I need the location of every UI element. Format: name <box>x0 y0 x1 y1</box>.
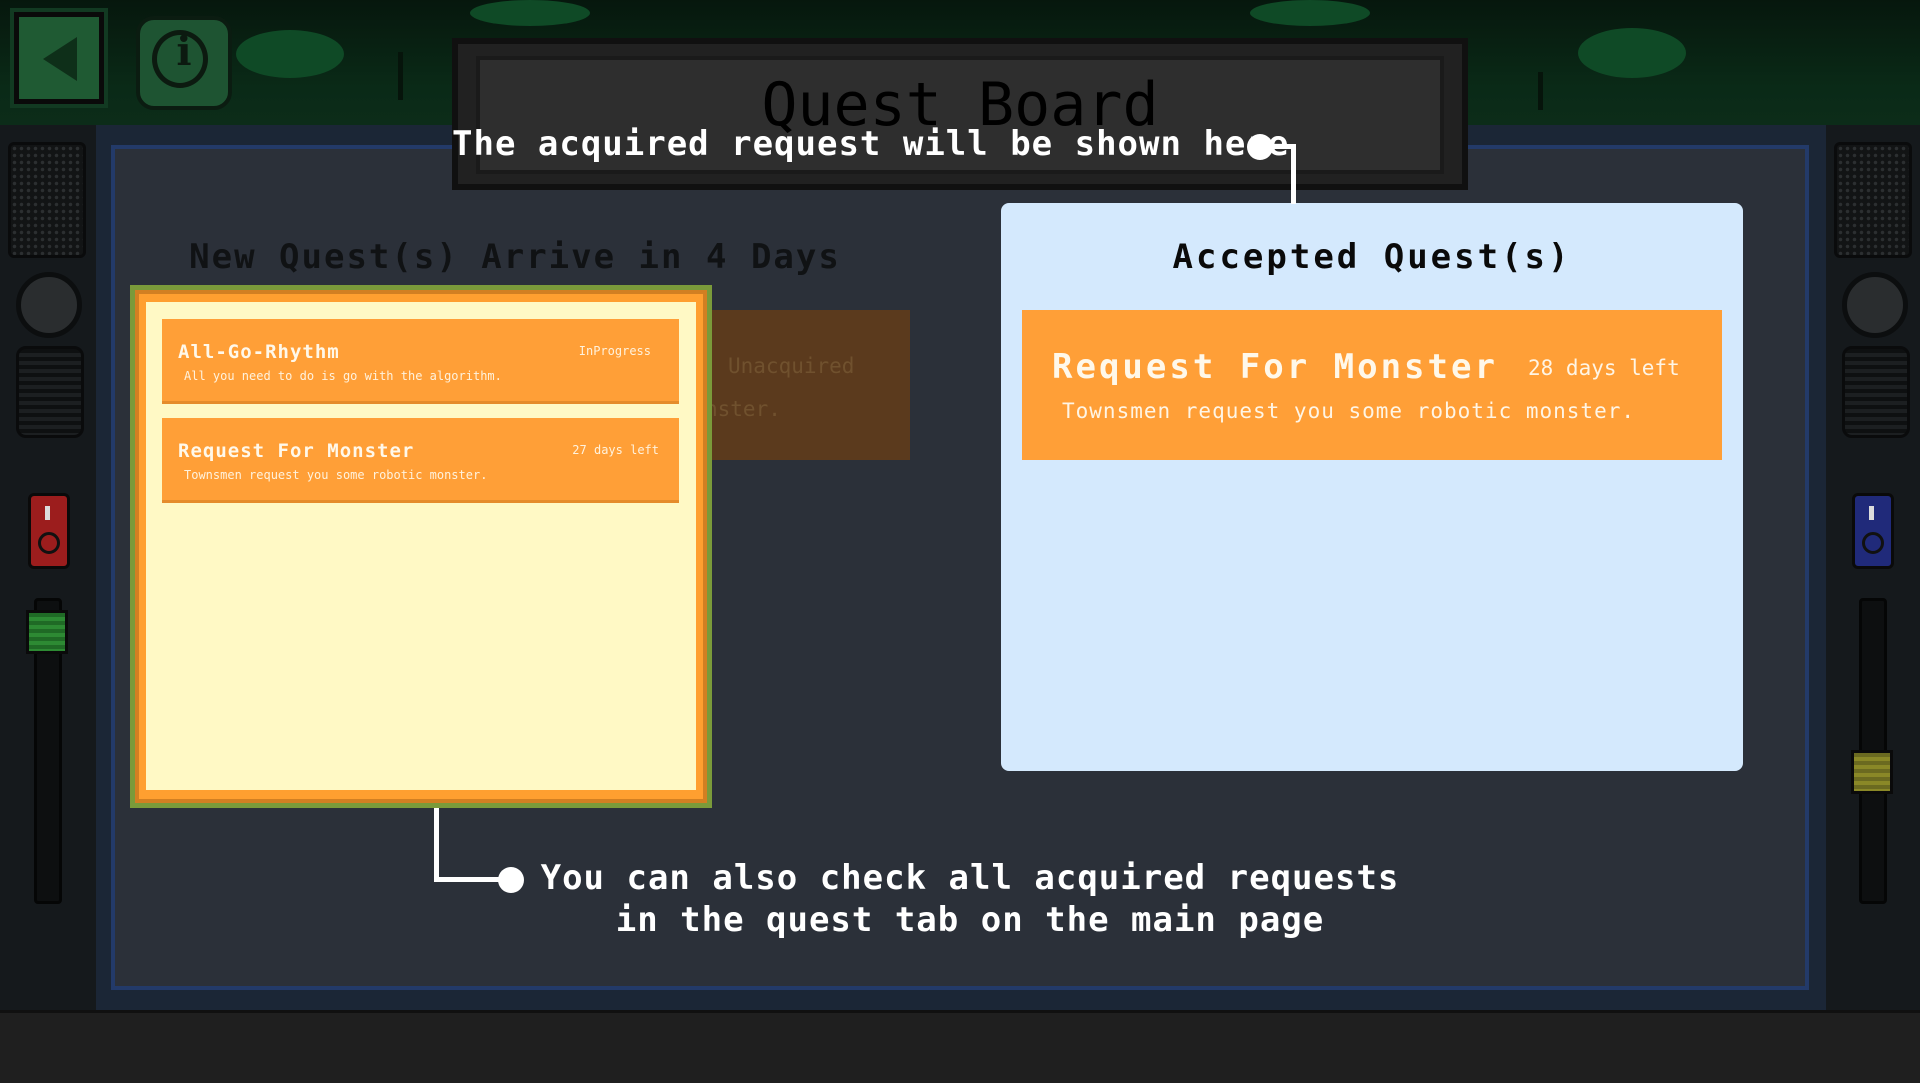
lamp-post <box>1538 72 1543 110</box>
bush-decoration <box>236 30 344 78</box>
speaker-grille <box>8 142 86 258</box>
accepted-quests-header: Accepted Quest(s) <box>1172 237 1572 277</box>
accepted-quest-status: 28 days left <box>1528 356 1680 380</box>
accepted-quests-panel <box>1001 203 1743 771</box>
info-letter: i <box>176 28 192 75</box>
accepted-quest-title: Request For Monster <box>1052 347 1498 387</box>
quest-title: Request For Monster <box>178 440 415 462</box>
quest-description: Townsmen request you some robotic monste… <box>184 468 488 482</box>
unacquired-status: Unacquired <box>728 354 855 378</box>
slider-handle-left[interactable] <box>26 610 68 654</box>
acquired-quest-card[interactable]: All-Go-Rhythm InProgress All you need to… <box>162 319 679 404</box>
tutorial-callout-bottom: You can also check all acquired requests… <box>520 857 1420 941</box>
red-power-switch[interactable] <box>28 493 70 569</box>
bottom-bar <box>0 1010 1920 1083</box>
callout-line-2: in the quest tab on the main page <box>615 900 1325 940</box>
vent-grille <box>16 346 84 438</box>
blue-power-switch[interactable] <box>1852 493 1894 569</box>
slider-handle-right[interactable] <box>1851 750 1893 794</box>
acquired-quest-card[interactable]: Request For Monster 27 days left Townsme… <box>162 418 679 503</box>
knob <box>1842 272 1908 338</box>
vent-grille <box>1842 346 1910 438</box>
countdown-unit: Days <box>750 237 841 277</box>
bush-decoration <box>1578 28 1686 78</box>
tutorial-callout-top: The acquired request will be shown here <box>452 124 1290 164</box>
info-button[interactable]: i <box>136 16 232 110</box>
quest-description: All you need to do is go with the algori… <box>184 369 502 383</box>
callout-line-1: You can also check all acquired requests <box>540 858 1400 898</box>
knob <box>16 272 82 338</box>
unacquired-quest-card <box>700 310 910 460</box>
quest-title: All-Go-Rhythm <box>178 341 340 363</box>
callout-connector <box>434 808 439 882</box>
countdown-prefix: New Quest(s) Arrive in <box>189 237 684 277</box>
accepted-quest-description: Townsmen request you some robotic monste… <box>1062 399 1636 423</box>
quest-status: 27 days left <box>572 443 659 457</box>
back-arrow-icon <box>43 37 77 81</box>
bush-decoration <box>470 0 590 26</box>
back-button[interactable] <box>10 8 108 108</box>
countdown-days: 4 <box>705 237 729 277</box>
bush-decoration <box>1250 0 1370 26</box>
unacquired-desc: nster. <box>705 397 781 421</box>
callout-connector <box>434 877 504 882</box>
quest-status: InProgress <box>578 344 651 358</box>
speaker-grille <box>1834 142 1912 258</box>
new-quest-countdown: New Quest(s) Arrive in 4 Days <box>150 237 880 277</box>
lamp-post <box>398 52 403 100</box>
callout-connector <box>1291 144 1296 204</box>
